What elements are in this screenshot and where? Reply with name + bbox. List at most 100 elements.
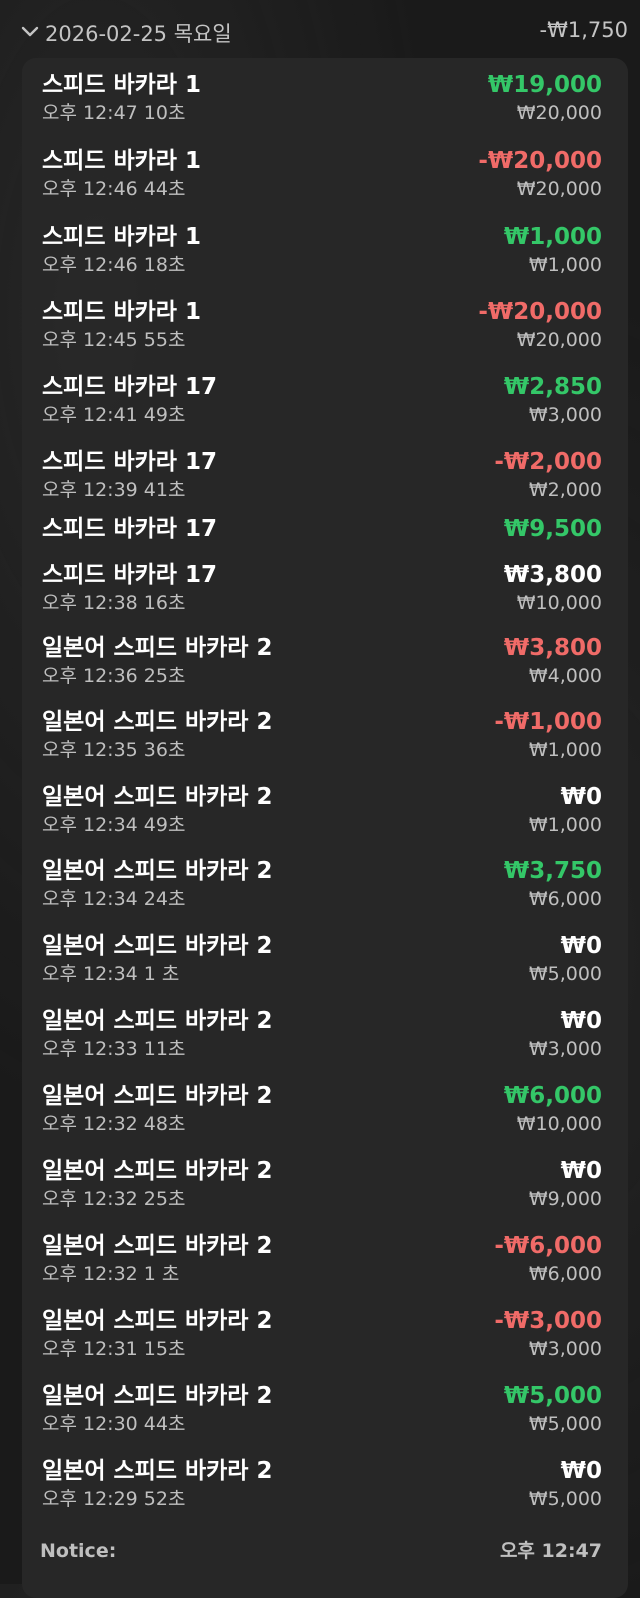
transaction-row[interactable]: 일본어 스피드 바카라 2 오후 12:29 52초 ₩0 ₩5,000 [22,1456,628,1526]
transaction-time: 오후 12:46 44초 [42,178,186,200]
transaction-bet-amount: ₩1,000 [528,254,602,276]
transaction-row[interactable]: 스피드 바카라 1 오후 12:46 18초 ₩1,000 ₩1,000 [22,222,628,292]
transaction-row[interactable]: 일본어 스피드 바카라 2 오후 12:35 36초 -₩1,000 ₩1,000 [22,707,628,777]
transaction-row[interactable]: 일본어 스피드 바카라 2 오후 12:32 1 초 -₩6,000 ₩6,000 [22,1231,628,1301]
notice-row: Notice: 오후 12:47 [22,1536,628,1566]
chevron-down-icon[interactable] [20,25,40,39]
transaction-time: 오후 12:45 55초 [42,329,186,351]
transaction-time: 오후 12:32 1 초 [42,1263,180,1285]
transaction-time: 오후 12:36 25초 [42,665,186,687]
transaction-game-name: 스피드 바카라 1 [42,148,201,174]
notice-label: Notice: [40,1540,117,1562]
transaction-result-amount: -₩6,000 [494,1233,602,1259]
transaction-time: 오후 12:34 24초 [42,888,186,910]
transaction-bet-amount: ₩10,000 [516,1113,602,1135]
transaction-game-name: 스피드 바카라 1 [42,299,201,325]
transaction-result-amount: ₩3,750 [503,858,602,884]
transaction-bet-amount: ₩4,000 [528,665,602,687]
transaction-result-amount: -₩20,000 [478,148,602,174]
transaction-bet-amount: ₩6,000 [528,1263,602,1285]
transaction-time: 오후 12:31 15초 [42,1338,186,1360]
transaction-row[interactable]: 일본어 스피드 바카라 2 오후 12:33 11초 ₩0 ₩3,000 [22,1006,628,1076]
transaction-bet-amount: ₩20,000 [516,178,602,200]
transaction-game-name: 일본어 스피드 바카라 2 [42,635,273,661]
transaction-time: 오후 12:33 11초 [42,1038,186,1060]
transaction-result-amount: -₩1,000 [494,709,602,735]
transaction-time: 오후 12:29 52초 [42,1488,186,1510]
transaction-bet-amount: ₩3,000 [528,1038,602,1060]
transaction-row[interactable]: 스피드 바카라 17 오후 12:38 16초 ₩3,800 ₩10,000 [22,560,628,630]
transaction-row[interactable]: 일본어 스피드 바카라 2 오후 12:36 25초 ₩3,800 ₩4,000 [22,633,628,703]
transaction-result-amount: ₩0 [560,784,602,810]
transaction-row[interactable]: 일본어 스피드 바카라 2 오후 12:34 49초 ₩0 ₩1,000 [22,782,628,852]
transaction-game-name: 일본어 스피드 바카라 2 [42,858,273,884]
transaction-time: 오후 12:46 18초 [42,254,186,276]
transaction-row[interactable]: 일본어 스피드 바카라 2 오후 12:31 15초 -₩3,000 ₩3,000 [22,1306,628,1376]
transaction-result-amount: -₩2,000 [494,449,602,475]
transaction-time: 오후 12:34 1 초 [42,963,180,985]
transaction-game-name: 일본어 스피드 바카라 2 [42,1458,273,1484]
transaction-result-amount: ₩19,000 [487,72,602,98]
transaction-time: 오후 12:32 25초 [42,1188,186,1210]
transaction-row[interactable]: 스피드 바카라 1 오후 12:47 10초 ₩19,000 ₩20,000 [22,70,628,140]
transaction-time: 오후 12:38 16초 [42,592,186,614]
transaction-time: 오후 12:41 49초 [42,404,186,426]
transaction-game-name: 일본어 스피드 바카라 2 [42,709,273,735]
transaction-bet-amount: ₩3,000 [528,404,602,426]
transaction-bet-amount: ₩5,000 [528,963,602,985]
transaction-bet-amount: ₩1,000 [528,814,602,836]
transaction-result-amount: ₩0 [560,933,602,959]
transaction-row[interactable]: 스피드 바카라 1 오후 12:46 44초 -₩20,000 ₩20,000 [22,146,628,216]
transaction-result-amount: ₩3,800 [503,635,602,661]
day-total: -₩1,750 [539,18,628,42]
transaction-bet-amount: ₩2,000 [528,479,602,501]
transaction-result-amount: ₩1,000 [503,224,602,250]
transaction-result-amount: ₩9,500 [503,516,602,542]
transaction-game-name: 일본어 스피드 바카라 2 [42,1233,273,1259]
transaction-result-amount: ₩0 [560,1008,602,1034]
transaction-row[interactable]: 일본어 스피드 바카라 2 오후 12:30 44초 ₩5,000 ₩5,000 [22,1381,628,1451]
transaction-result-amount: -₩20,000 [478,299,602,325]
transaction-result-amount: ₩0 [560,1158,602,1184]
transaction-bet-amount: ₩6,000 [528,888,602,910]
transaction-game-name: 일본어 스피드 바카라 2 [42,933,273,959]
transaction-result-amount: ₩3,800 [503,562,602,588]
transaction-time: 오후 12:39 41초 [42,479,186,501]
transaction-game-name: 스피드 바카라 17 [42,516,217,542]
transaction-time: 오후 12:34 49초 [42,814,186,836]
transaction-game-name: 일본어 스피드 바카라 2 [42,784,273,810]
transaction-result-amount: ₩6,000 [503,1083,602,1109]
transaction-result-amount: ₩2,850 [503,374,602,400]
transaction-bet-amount: ₩5,000 [528,1413,602,1435]
transaction-game-name: 일본어 스피드 바카라 2 [42,1383,273,1409]
transaction-result-amount: -₩3,000 [494,1308,602,1334]
transaction-bet-amount: ₩10,000 [516,592,602,614]
transaction-bet-amount: ₩1,000 [528,739,602,761]
transaction-time: 오후 12:30 44초 [42,1413,186,1435]
transaction-row[interactable]: 스피드 바카라 17 오후 12:39 41초 -₩2,000 ₩2,000 [22,447,628,517]
transaction-bet-amount: ₩20,000 [516,102,602,124]
transaction-row[interactable]: 스피드 바카라 17 오후 12:41 49초 ₩2,850 ₩3,000 [22,372,628,442]
transaction-row[interactable]: 일본어 스피드 바카라 2 오후 12:32 48초 ₩6,000 ₩10,000 [22,1081,628,1151]
transaction-game-name: 스피드 바카라 17 [42,562,217,588]
transaction-bet-amount: ₩5,000 [528,1488,602,1510]
transaction-game-name: 일본어 스피드 바카라 2 [42,1308,273,1334]
transaction-game-name: 스피드 바카라 17 [42,374,217,400]
transaction-game-name: 스피드 바카라 1 [42,72,201,98]
transaction-row[interactable]: 스피드 바카라 1 오후 12:45 55초 -₩20,000 ₩20,000 [22,297,628,367]
transaction-bet-amount: ₩3,000 [528,1338,602,1360]
transaction-time: 오후 12:32 48초 [42,1113,186,1135]
transaction-time: 오후 12:47 10초 [42,102,186,124]
transaction-game-name: 스피드 바카라 17 [42,449,217,475]
day-group-header[interactable]: 2026-02-25 목요일 -₩1,750 [0,0,640,64]
transaction-row[interactable]: 일본어 스피드 바카라 2 오후 12:34 24초 ₩3,750 ₩6,000 [22,856,628,926]
transaction-bet-amount: ₩9,000 [528,1188,602,1210]
transaction-row[interactable]: 일본어 스피드 바카라 2 오후 12:34 1 초 ₩0 ₩5,000 [22,931,628,1001]
transaction-row[interactable]: 일본어 스피드 바카라 2 오후 12:32 25초 ₩0 ₩9,000 [22,1156,628,1226]
transaction-game-name: 일본어 스피드 바카라 2 [42,1083,273,1109]
transaction-bet-amount: ₩20,000 [516,329,602,351]
transaction-time: 오후 12:35 36초 [42,739,186,761]
transaction-game-name: 일본어 스피드 바카라 2 [42,1158,273,1184]
notice-time: 오후 12:47 [499,1540,602,1562]
transaction-result-amount: ₩5,000 [503,1383,602,1409]
